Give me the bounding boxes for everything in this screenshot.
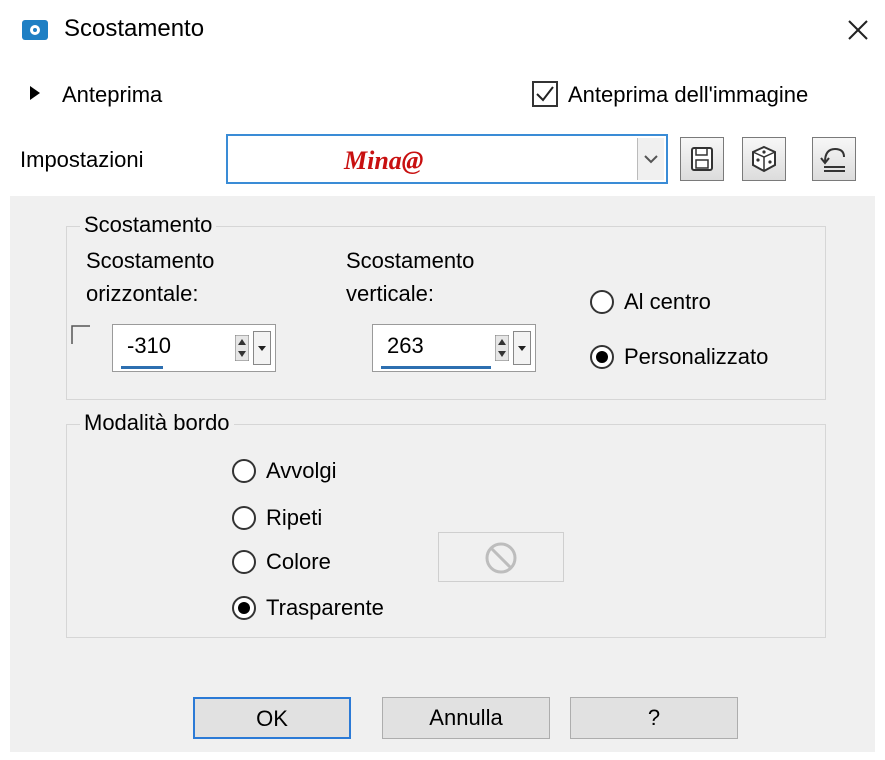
- vertical-offset-value: 263: [387, 333, 424, 358]
- spin-arrows-icon[interactable]: [495, 335, 509, 361]
- spin-arrows-icon[interactable]: [235, 335, 249, 361]
- vertical-offset-bar: [381, 366, 491, 369]
- radio-color[interactable]: [232, 550, 256, 574]
- vertical-offset-label-2: verticale:: [346, 281, 435, 306]
- reset-icon: [820, 147, 845, 172]
- edge-mode-group: [66, 424, 826, 638]
- save-preset-button[interactable]: [680, 137, 724, 181]
- radio-color-label[interactable]: Colore: [266, 548, 331, 576]
- horizontal-offset-input[interactable]: -310: [112, 324, 276, 372]
- link-values-toggle[interactable]: [70, 324, 90, 344]
- vertical-offset-label-1: Scostamento: [346, 248, 475, 273]
- settings-label: Impostazioni: [20, 147, 144, 172]
- radio-repeat[interactable]: [232, 506, 256, 530]
- reset-button[interactable]: [812, 137, 856, 181]
- dropdown-button[interactable]: [637, 138, 664, 180]
- radio-center[interactable]: [590, 290, 614, 314]
- cancel-button[interactable]: Annulla: [382, 697, 550, 739]
- offset-group-title: Scostamento: [80, 212, 217, 238]
- preset-value: Mina@: [344, 146, 424, 175]
- horizontal-offset-label-2: orizzontale:: [86, 281, 199, 306]
- preview-toggle-label[interactable]: Anteprima: [62, 81, 162, 109]
- camera-icon: [22, 20, 48, 40]
- image-preview-label[interactable]: Anteprima dell'immagine: [568, 81, 808, 109]
- radio-transparent-label[interactable]: Trasparente: [266, 594, 384, 622]
- caret-down-icon: [258, 346, 266, 351]
- preset-dropdown[interactable]: Mina@: [226, 134, 668, 184]
- checkmark-icon: [536, 86, 554, 102]
- vertical-offset-input[interactable]: 263: [372, 324, 536, 372]
- horizontal-offset-label-1: Scostamento: [86, 248, 215, 273]
- randomize-button[interactable]: [742, 137, 786, 181]
- horizontal-offset-slider-button[interactable]: [253, 331, 271, 365]
- help-button[interactable]: ?: [570, 697, 738, 739]
- caret-down-icon: [518, 346, 526, 351]
- radio-transparent[interactable]: [232, 596, 256, 620]
- dice-icon: [752, 145, 776, 173]
- save-icon: [691, 147, 713, 171]
- close-icon[interactable]: [844, 16, 872, 44]
- radio-wrap[interactable]: [232, 459, 256, 483]
- horizontal-offset-value: -310: [127, 333, 172, 358]
- radio-center-label[interactable]: Al centro: [624, 288, 711, 316]
- vertical-offset-slider-button[interactable]: [513, 331, 531, 365]
- radio-wrap-label[interactable]: Avvolgi: [266, 457, 337, 485]
- chevron-down-icon: [644, 155, 658, 164]
- radio-custom[interactable]: [590, 345, 614, 369]
- color-swatch-button[interactable]: [438, 532, 564, 582]
- horizontal-offset-bar: [121, 366, 163, 369]
- radio-repeat-label[interactable]: Ripeti: [266, 504, 322, 532]
- expand-triangle-icon[interactable]: [30, 86, 40, 100]
- ok-button[interactable]: OK: [193, 697, 351, 739]
- window-title: Scostamento: [64, 15, 205, 42]
- edge-mode-group-title: Modalità bordo: [80, 410, 234, 436]
- radio-custom-label[interactable]: Personalizzato: [624, 343, 768, 371]
- no-color-icon: [485, 542, 517, 574]
- image-preview-checkbox[interactable]: [532, 81, 558, 107]
